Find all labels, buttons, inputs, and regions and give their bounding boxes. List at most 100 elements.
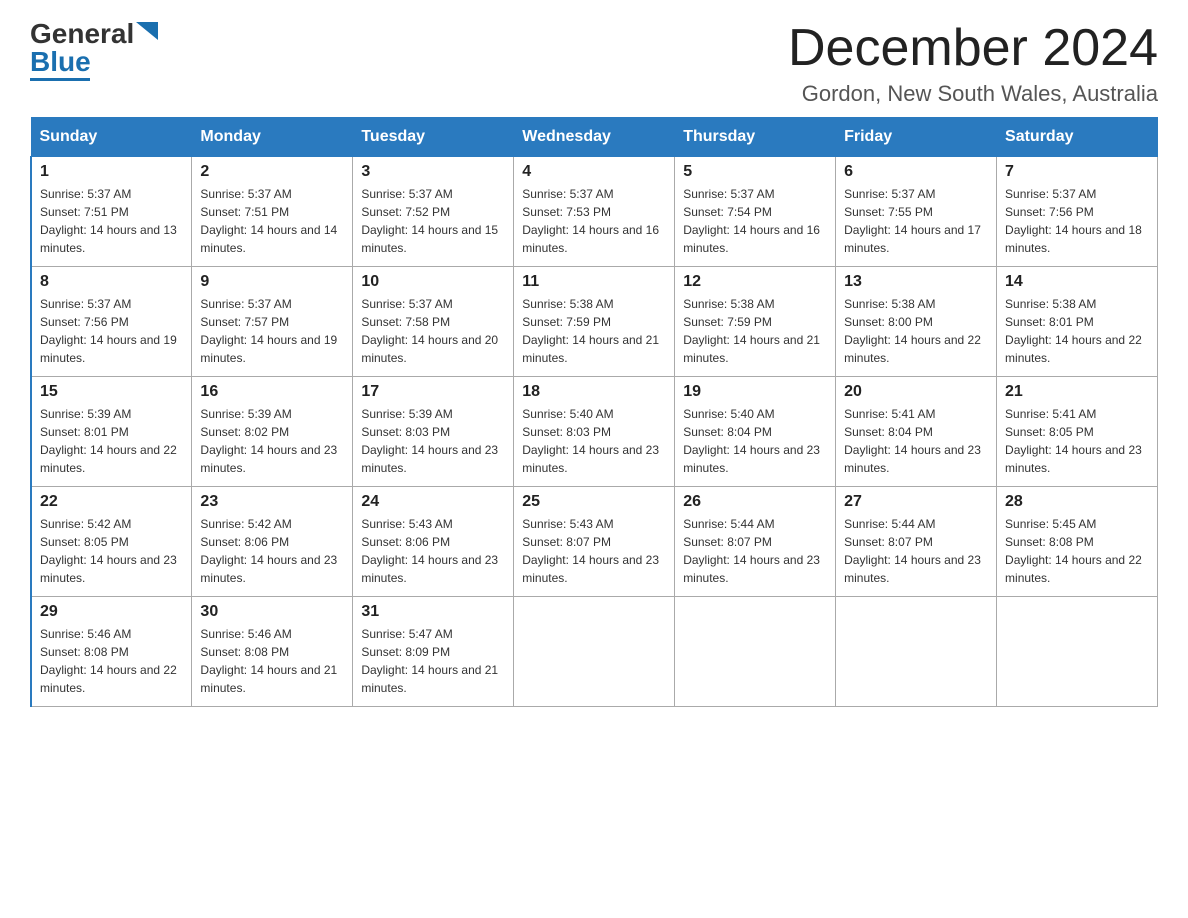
- day-number: 9: [200, 273, 344, 291]
- day-number: 18: [522, 383, 666, 401]
- calendar-cell: 21 Sunrise: 5:41 AMSunset: 8:05 PMDaylig…: [997, 377, 1158, 487]
- col-tuesday: Tuesday: [353, 118, 514, 157]
- title-block: December 2024 Gordon, New South Wales, A…: [788, 20, 1158, 107]
- calendar-cell: 16 Sunrise: 5:39 AMSunset: 8:02 PMDaylig…: [192, 377, 353, 487]
- calendar-week-5: 29 Sunrise: 5:46 AMSunset: 8:08 PMDaylig…: [31, 597, 1158, 707]
- day-info: Sunrise: 5:41 AMSunset: 8:04 PMDaylight:…: [844, 407, 981, 475]
- col-friday: Friday: [836, 118, 997, 157]
- calendar-wrapper: Sunday Monday Tuesday Wednesday Thursday…: [0, 117, 1188, 727]
- calendar-cell: 7 Sunrise: 5:37 AMSunset: 7:56 PMDayligh…: [997, 157, 1158, 267]
- day-info: Sunrise: 5:37 AMSunset: 7:54 PMDaylight:…: [683, 187, 820, 255]
- calendar-cell: 13 Sunrise: 5:38 AMSunset: 8:00 PMDaylig…: [836, 267, 997, 377]
- calendar-cell: 26 Sunrise: 5:44 AMSunset: 8:07 PMDaylig…: [675, 487, 836, 597]
- calendar-cell: 30 Sunrise: 5:46 AMSunset: 8:08 PMDaylig…: [192, 597, 353, 707]
- calendar-header: Sunday Monday Tuesday Wednesday Thursday…: [31, 118, 1158, 157]
- day-info: Sunrise: 5:38 AMSunset: 8:00 PMDaylight:…: [844, 297, 981, 365]
- day-number: 16: [200, 383, 344, 401]
- calendar-cell: 25 Sunrise: 5:43 AMSunset: 8:07 PMDaylig…: [514, 487, 675, 597]
- day-number: 11: [522, 273, 666, 291]
- calendar-cell: 23 Sunrise: 5:42 AMSunset: 8:06 PMDaylig…: [192, 487, 353, 597]
- calendar-cell: 11 Sunrise: 5:38 AMSunset: 7:59 PMDaylig…: [514, 267, 675, 377]
- day-info: Sunrise: 5:37 AMSunset: 7:56 PMDaylight:…: [40, 297, 177, 365]
- calendar-cell: 18 Sunrise: 5:40 AMSunset: 8:03 PMDaylig…: [514, 377, 675, 487]
- calendar-cell: 2 Sunrise: 5:37 AMSunset: 7:51 PMDayligh…: [192, 157, 353, 267]
- day-info: Sunrise: 5:38 AMSunset: 7:59 PMDaylight:…: [683, 297, 820, 365]
- calendar-cell: 14 Sunrise: 5:38 AMSunset: 8:01 PMDaylig…: [997, 267, 1158, 377]
- day-number: 22: [40, 493, 183, 511]
- day-info: Sunrise: 5:37 AMSunset: 7:57 PMDaylight:…: [200, 297, 337, 365]
- day-number: 5: [683, 163, 827, 181]
- calendar-cell: 22 Sunrise: 5:42 AMSunset: 8:05 PMDaylig…: [31, 487, 192, 597]
- day-number: 7: [1005, 163, 1149, 181]
- calendar-cell: 12 Sunrise: 5:38 AMSunset: 7:59 PMDaylig…: [675, 267, 836, 377]
- calendar-cell: 29 Sunrise: 5:46 AMSunset: 8:08 PMDaylig…: [31, 597, 192, 707]
- day-number: 3: [361, 163, 505, 181]
- calendar-cell: 8 Sunrise: 5:37 AMSunset: 7:56 PMDayligh…: [31, 267, 192, 377]
- logo-blue: Blue: [30, 48, 91, 76]
- day-number: 21: [1005, 383, 1149, 401]
- calendar-cell: [675, 597, 836, 707]
- day-number: 26: [683, 493, 827, 511]
- day-number: 27: [844, 493, 988, 511]
- day-info: Sunrise: 5:39 AMSunset: 8:03 PMDaylight:…: [361, 407, 498, 475]
- calendar-cell: [997, 597, 1158, 707]
- day-info: Sunrise: 5:37 AMSunset: 7:52 PMDaylight:…: [361, 187, 498, 255]
- calendar-week-2: 8 Sunrise: 5:37 AMSunset: 7:56 PMDayligh…: [31, 267, 1158, 377]
- main-title: December 2024: [788, 20, 1158, 77]
- day-info: Sunrise: 5:38 AMSunset: 7:59 PMDaylight:…: [522, 297, 659, 365]
- day-number: 24: [361, 493, 505, 511]
- day-number: 6: [844, 163, 988, 181]
- calendar-table: Sunday Monday Tuesday Wednesday Thursday…: [30, 117, 1158, 707]
- calendar-cell: 6 Sunrise: 5:37 AMSunset: 7:55 PMDayligh…: [836, 157, 997, 267]
- calendar-cell: 1 Sunrise: 5:37 AMSunset: 7:51 PMDayligh…: [31, 157, 192, 267]
- day-info: Sunrise: 5:44 AMSunset: 8:07 PMDaylight:…: [844, 517, 981, 585]
- calendar-cell: 9 Sunrise: 5:37 AMSunset: 7:57 PMDayligh…: [192, 267, 353, 377]
- day-number: 10: [361, 273, 505, 291]
- day-info: Sunrise: 5:37 AMSunset: 7:56 PMDaylight:…: [1005, 187, 1142, 255]
- logo: General Blue: [30, 20, 158, 81]
- calendar-cell: 31 Sunrise: 5:47 AMSunset: 8:09 PMDaylig…: [353, 597, 514, 707]
- day-info: Sunrise: 5:37 AMSunset: 7:55 PMDaylight:…: [844, 187, 981, 255]
- day-info: Sunrise: 5:39 AMSunset: 8:01 PMDaylight:…: [40, 407, 177, 475]
- col-wednesday: Wednesday: [514, 118, 675, 157]
- calendar-cell: 28 Sunrise: 5:45 AMSunset: 8:08 PMDaylig…: [997, 487, 1158, 597]
- day-number: 30: [200, 603, 344, 621]
- day-number: 25: [522, 493, 666, 511]
- day-info: Sunrise: 5:46 AMSunset: 8:08 PMDaylight:…: [40, 627, 177, 695]
- calendar-body: 1 Sunrise: 5:37 AMSunset: 7:51 PMDayligh…: [31, 157, 1158, 707]
- day-number: 23: [200, 493, 344, 511]
- day-number: 4: [522, 163, 666, 181]
- col-monday: Monday: [192, 118, 353, 157]
- day-info: Sunrise: 5:37 AMSunset: 7:51 PMDaylight:…: [40, 187, 177, 255]
- day-info: Sunrise: 5:47 AMSunset: 8:09 PMDaylight:…: [361, 627, 498, 695]
- logo-triangle-icon: [136, 22, 158, 40]
- day-number: 28: [1005, 493, 1149, 511]
- logo-underline: [30, 78, 90, 81]
- calendar-cell: 5 Sunrise: 5:37 AMSunset: 7:54 PMDayligh…: [675, 157, 836, 267]
- calendar-cell: 3 Sunrise: 5:37 AMSunset: 7:52 PMDayligh…: [353, 157, 514, 267]
- calendar-cell: 20 Sunrise: 5:41 AMSunset: 8:04 PMDaylig…: [836, 377, 997, 487]
- col-sunday: Sunday: [31, 118, 192, 157]
- day-info: Sunrise: 5:37 AMSunset: 7:58 PMDaylight:…: [361, 297, 498, 365]
- calendar-week-4: 22 Sunrise: 5:42 AMSunset: 8:05 PMDaylig…: [31, 487, 1158, 597]
- subtitle: Gordon, New South Wales, Australia: [788, 81, 1158, 107]
- day-number: 19: [683, 383, 827, 401]
- day-info: Sunrise: 5:46 AMSunset: 8:08 PMDaylight:…: [200, 627, 337, 695]
- day-info: Sunrise: 5:41 AMSunset: 8:05 PMDaylight:…: [1005, 407, 1142, 475]
- day-info: Sunrise: 5:40 AMSunset: 8:04 PMDaylight:…: [683, 407, 820, 475]
- calendar-cell: 27 Sunrise: 5:44 AMSunset: 8:07 PMDaylig…: [836, 487, 997, 597]
- day-number: 20: [844, 383, 988, 401]
- col-saturday: Saturday: [997, 118, 1158, 157]
- calendar-cell: 24 Sunrise: 5:43 AMSunset: 8:06 PMDaylig…: [353, 487, 514, 597]
- day-number: 14: [1005, 273, 1149, 291]
- calendar-cell: 19 Sunrise: 5:40 AMSunset: 8:04 PMDaylig…: [675, 377, 836, 487]
- day-info: Sunrise: 5:44 AMSunset: 8:07 PMDaylight:…: [683, 517, 820, 585]
- calendar-cell: 17 Sunrise: 5:39 AMSunset: 8:03 PMDaylig…: [353, 377, 514, 487]
- calendar-header-row: Sunday Monday Tuesday Wednesday Thursday…: [31, 118, 1158, 157]
- calendar-week-3: 15 Sunrise: 5:39 AMSunset: 8:01 PMDaylig…: [31, 377, 1158, 487]
- day-info: Sunrise: 5:42 AMSunset: 8:05 PMDaylight:…: [40, 517, 177, 585]
- day-info: Sunrise: 5:43 AMSunset: 8:07 PMDaylight:…: [522, 517, 659, 585]
- logo-general: General: [30, 20, 134, 48]
- day-number: 13: [844, 273, 988, 291]
- day-number: 12: [683, 273, 827, 291]
